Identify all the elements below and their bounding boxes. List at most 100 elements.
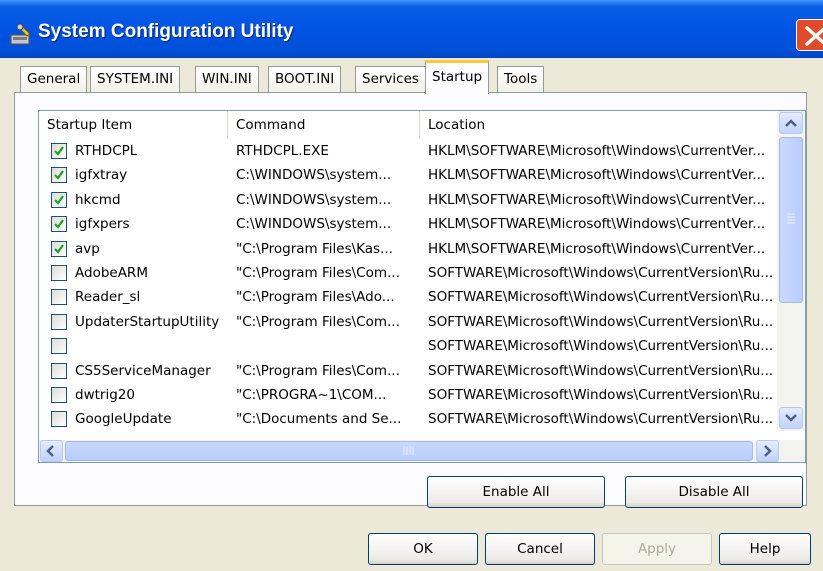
table-row[interactable]: hkcmd C:\WINDOWS\system... HKLM\SOFTWARE\M… — [39, 190, 777, 214]
startup-item-command: "C:\Program Files\Com... — [236, 313, 400, 330]
startup-item-checkbox[interactable] — [51, 411, 67, 428]
tab-label: Tools — [504, 71, 538, 87]
table-row[interactable]: CS5ServiceManager "C:\Program Files\Com..… — [39, 361, 777, 385]
scroll-left-icon — [46, 445, 54, 457]
checkbox-checked-icon — [54, 243, 64, 254]
scroll-right-button[interactable] — [756, 440, 779, 462]
startup-item-command: "C:\Documents and Se... — [236, 411, 402, 428]
startup-item-checkbox[interactable] — [51, 265, 67, 281]
startup-item-name: UpdaterStartupUtility — [75, 313, 220, 330]
startup-item-checkbox[interactable] — [51, 191, 67, 208]
title-bar[interactable]: System Configuration Utility — [0, 0, 823, 58]
startup-item-name: hkcmd — [75, 191, 121, 208]
startup-item-checkbox[interactable] — [51, 216, 67, 233]
startup-item-checkbox[interactable] — [51, 143, 67, 159]
startup-item-location: SOFTWARE\Microsoft\Windows\CurrentVersio… — [428, 313, 774, 330]
tab-label: Startup — [432, 69, 483, 85]
vertical-scrollbar[interactable] — [777, 111, 805, 431]
startup-item-name: CS5ServiceManager — [75, 362, 211, 379]
column-header-location[interactable]: Location — [420, 111, 777, 139]
column-header-startup-item[interactable]: Startup Item — [39, 111, 228, 139]
close-icon — [805, 26, 823, 46]
startup-item-name: AdobeARM — [75, 265, 148, 281]
table-row[interactable]: SOFTWARE\Microsoft\Windows\CurrentVersio… — [39, 336, 777, 360]
startup-item-name: RTHDCPL — [75, 143, 138, 159]
startup-item-checkbox[interactable] — [51, 338, 67, 355]
scroll-right-icon — [764, 445, 772, 457]
startup-item-location: SOFTWARE\Microsoft\Windows\CurrentVersio… — [428, 265, 774, 281]
startup-item-checkbox[interactable] — [51, 387, 67, 403]
startup-item-name: igfxpers — [75, 216, 130, 233]
scroll-up-icon — [785, 119, 797, 127]
system-config-window: System Configuration Utility General SYS… — [0, 0, 823, 571]
table-row[interactable]: dwtrig20 "C:\PROGRA~1\COM... SOFTWARE\Micr… — [39, 385, 777, 409]
checkbox-checked-icon — [54, 170, 64, 181]
checkbox-checked-icon — [54, 219, 64, 229]
tab-label: WIN.INI — [202, 71, 252, 87]
table-row[interactable]: igfxtray C:\WINDOWS\system... HKLM\SOFTWAR… — [39, 165, 777, 189]
startup-item-command: RTHDCPL.EXE — [236, 143, 329, 159]
list-header: Startup Item Command Location — [39, 111, 777, 139]
tab-system-ini[interactable]: SYSTEM.INI — [90, 66, 181, 92]
table-row[interactable]: avp "C:\Program Files\Kas... HKLM\SOFTWARE… — [39, 239, 777, 263]
horizontal-scrollbar[interactable] — [39, 440, 805, 462]
table-row[interactable]: RTHDCPL RTHDCPL.EXE HKLM\SOFTWARE\Microsof… — [39, 141, 777, 165]
cancel-button[interactable]: Cancel — [485, 533, 595, 565]
startup-item-location: HKLM\SOFTWARE\Microsoft\Windows\CurrentV… — [428, 167, 766, 184]
startup-item-checkbox[interactable] — [51, 289, 67, 306]
startup-item-command: "C:\Program Files\Kas... — [236, 240, 393, 257]
startup-list[interactable]: Startup Item Command Location RTHDCPL RTH… — [38, 110, 806, 463]
scroll-up-button[interactable] — [779, 112, 803, 134]
startup-item-command: C:\WINDOWS\system... — [236, 167, 392, 184]
startup-item-location: SOFTWARE\Microsoft\Windows\CurrentVersio… — [428, 289, 774, 306]
tab-boot-ini[interactable]: BOOT.INI — [268, 66, 342, 92]
apply-button[interactable]: Apply — [602, 533, 712, 565]
window-title: System Configuration Utility — [38, 21, 294, 42]
vertical-scroll-thumb[interactable] — [779, 137, 803, 303]
horizontal-scroll-thumb[interactable] — [65, 441, 753, 461]
tab-label: SYSTEM.INI — [97, 71, 174, 87]
grip-icon — [403, 447, 414, 455]
startup-item-command: "C:\Program Files\Com... — [236, 362, 400, 379]
startup-item-checkbox[interactable] — [51, 313, 67, 330]
table-row[interactable]: UpdaterStartupUtility "C:\Program Files\C… — [39, 312, 777, 336]
startup-item-location: HKLM\SOFTWARE\Microsoft\Windows\CurrentV… — [428, 191, 766, 208]
startup-item-command: C:\WINDOWS\system... — [236, 216, 392, 233]
table-row[interactable]: AdobeARM "C:\Program Files\Com... SOFTWARE… — [39, 263, 777, 287]
ok-button[interactable]: OK — [368, 533, 478, 565]
tab-startup[interactable]: Startup — [425, 60, 490, 94]
startup-item-checkbox[interactable] — [51, 240, 67, 257]
table-row[interactable]: Reader_sl "C:\Program Files\Ado... SOFTWAR… — [39, 287, 777, 311]
tab-win-ini[interactable]: WIN.INI — [195, 66, 259, 92]
tab-label: Services — [362, 71, 419, 87]
startup-item-name: dwtrig20 — [75, 387, 135, 403]
startup-item-location: SOFTWARE\Microsoft\Windows\CurrentVersio… — [428, 411, 774, 428]
disable-all-button[interactable]: Disable All — [625, 476, 803, 508]
tab-label: BOOT.INI — [275, 71, 335, 87]
startup-item-checkbox[interactable] — [51, 167, 67, 184]
checkbox-checked-icon — [54, 195, 64, 205]
system-config-icon — [10, 23, 31, 45]
startup-item-name: avp — [75, 240, 100, 257]
enable-all-button[interactable]: Enable All — [427, 476, 605, 508]
startup-item-location: HKLM\SOFTWARE\Microsoft\Windows\CurrentV… — [428, 143, 766, 159]
startup-item-command: "C:\Program Files\Ado... — [236, 289, 395, 306]
table-row[interactable]: GoogleUpdate "C:\Documents and Se... SOFTW… — [39, 409, 777, 433]
close-button[interactable] — [796, 19, 823, 51]
tab-services[interactable]: Services — [355, 66, 426, 92]
column-header-command[interactable]: Command — [228, 111, 420, 139]
startup-item-name: Reader_sl — [75, 289, 141, 306]
startup-item-command: C:\WINDOWS\system... — [236, 191, 392, 208]
scroll-left-button[interactable] — [40, 440, 63, 462]
tab-tools[interactable]: Tools — [497, 66, 545, 92]
help-button[interactable]: Help — [719, 533, 811, 565]
tab-general[interactable]: General — [20, 66, 88, 92]
scroll-down-button[interactable] — [779, 407, 803, 429]
scroll-down-icon — [785, 414, 797, 422]
grip-icon — [787, 213, 795, 224]
table-row[interactable]: igfxpers C:\WINDOWS\system... HKLM\SOFTWAR… — [39, 214, 777, 238]
startup-item-command: "C:\PROGRA~1\COM... — [236, 387, 387, 403]
startup-item-name: GoogleUpdate — [75, 411, 172, 428]
startup-item-location: HKLM\SOFTWARE\Microsoft\Windows\CurrentV… — [428, 240, 766, 257]
startup-item-checkbox[interactable] — [51, 362, 67, 379]
